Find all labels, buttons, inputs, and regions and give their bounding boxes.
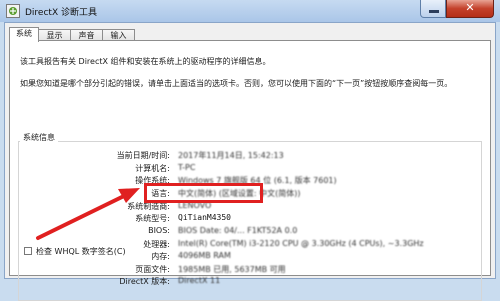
annotation-arrow — [36, 188, 140, 240]
whql-checkbox-label[interactable]: 检查 WHQL 数字签名(C) — [36, 246, 126, 257]
tab-system[interactable]: 系统 — [9, 27, 39, 42]
arrow-shaft — [36, 192, 130, 240]
whql-checkbox[interactable] — [24, 247, 32, 255]
